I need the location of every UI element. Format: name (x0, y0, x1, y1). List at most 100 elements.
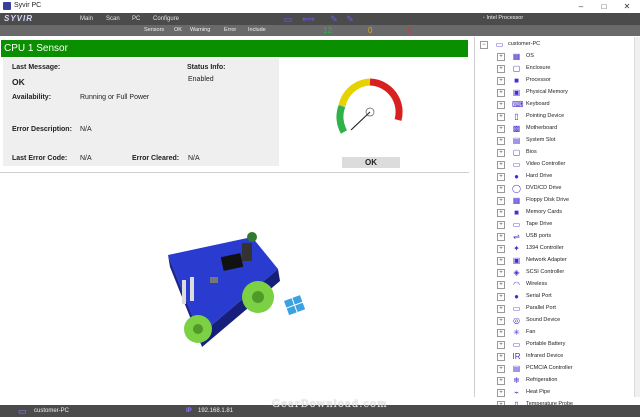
expand-icon[interactable]: + (497, 245, 505, 253)
enclosure-icon: ▢ (512, 64, 521, 73)
tree-item[interactable]: + ▩ Motherboard (475, 123, 635, 134)
tree-item[interactable]: + ◎ Sound Device (475, 315, 635, 326)
tree-item[interactable]: + ● Serial Port (475, 291, 635, 302)
tree-item[interactable]: + ▢ Bios (475, 147, 635, 158)
tree-item-label: Video Controller (526, 161, 566, 167)
parallel-port-icon: ▭ (512, 304, 521, 313)
expand-icon[interactable]: + (497, 209, 505, 217)
tree-item[interactable]: + ◠ Wireless (475, 279, 635, 290)
tree-item[interactable]: + ■ Memory Cards (475, 207, 635, 218)
filter-ok[interactable]: OK (174, 26, 182, 35)
ok-count: 12 (323, 26, 332, 35)
arrows-icon[interactable]: ⟺ (302, 14, 315, 24)
expand-icon[interactable]: + (497, 377, 505, 385)
menu-configure[interactable]: Configure (153, 14, 179, 24)
syvir-logo: SYVIR (4, 14, 34, 23)
filter-sensors[interactable]: Sensors (144, 26, 164, 35)
gauge-green-arc (336, 104, 348, 134)
expand-icon[interactable]: + (497, 293, 505, 301)
menu-main[interactable]: Main (80, 14, 93, 24)
expand-icon[interactable]: + (497, 257, 505, 265)
tree-item-label: Infrared Device (526, 353, 564, 359)
tree-item[interactable]: + ◯ DVD/CD Drive (475, 183, 635, 194)
heatpipe-icon: ⌁ (514, 388, 519, 397)
expand-icon[interactable]: + (497, 353, 505, 361)
slot-icon: ▤ (512, 136, 521, 145)
tree-item[interactable]: + ▭ Video Controller (475, 159, 635, 170)
tree-item-label: USB ports (526, 233, 552, 239)
wrench-icon[interactable]: ✎ (329, 14, 339, 24)
close-button[interactable]: ✕ (616, 1, 638, 12)
expand-icon[interactable]: + (497, 389, 505, 397)
expand-icon[interactable]: + (497, 281, 505, 289)
tree-item[interactable]: + ✳ Fan (475, 327, 635, 338)
filter-include[interactable]: Include (248, 26, 266, 35)
refrigeration-icon: ❄ (513, 376, 520, 385)
panel-divider (0, 172, 469, 173)
tree-item[interactable]: + ▤ PCMCIA Controller (475, 363, 635, 374)
tree-item-label: SCSI Controller (526, 269, 565, 275)
expand-icon[interactable]: + (497, 137, 505, 145)
filter-warning[interactable]: Warning (190, 26, 210, 35)
windows-icon: ▦ (512, 52, 521, 61)
expand-icon[interactable]: + (497, 89, 505, 97)
tree-item[interactable]: + ⌁ Heat Pipe (475, 387, 635, 398)
tree-item[interactable]: + ▭ Parallel Port (475, 303, 635, 314)
tree-item[interactable]: + ◈ SCSI Controller (475, 267, 635, 278)
expand-icon[interactable]: + (497, 77, 505, 85)
expand-icon[interactable]: + (497, 269, 505, 277)
expand-icon[interactable]: + (497, 149, 505, 157)
expand-icon[interactable]: + (497, 233, 505, 241)
monitor-icon[interactable]: ▭ (283, 14, 293, 24)
expand-icon[interactable]: + (497, 173, 505, 181)
tree-item[interactable]: + ⇌ USB ports (475, 231, 635, 242)
tree-item[interactable]: + ▤ System Slot (475, 135, 635, 146)
tree-item[interactable]: + ▦ OS (475, 51, 635, 62)
tree-item[interactable]: + ✦ 1394 Controller (475, 243, 635, 254)
expand-icon[interactable]: + (497, 317, 505, 325)
tree-root[interactable]: − ▭ customer-PC (475, 39, 635, 50)
expand-icon[interactable]: + (497, 65, 505, 73)
expand-icon[interactable]: + (497, 221, 505, 229)
tree-item-label: PCMCIA Controller (526, 365, 573, 371)
expand-icon[interactable]: + (497, 53, 505, 61)
tree-item[interactable]: + ❄ Refrigeration (475, 375, 635, 386)
tree-item[interactable]: + ▦ Floppy Disk Drive (475, 195, 635, 206)
window-title: Syvir PC (14, 2, 42, 9)
tree-item-label: Portable Battery (526, 341, 566, 347)
expand-icon[interactable]: + (497, 305, 505, 313)
tree-item[interactable]: + ▭ Portable Battery (475, 339, 635, 350)
menu-scan[interactable]: Scan (106, 14, 120, 24)
expand-icon[interactable]: + (497, 101, 505, 109)
video-icon: ▭ (512, 160, 521, 169)
collapse-icon[interactable]: − (480, 41, 488, 49)
expand-icon[interactable]: + (497, 125, 505, 133)
tree-item[interactable]: + ▣ Network Adapter (475, 255, 635, 266)
tree-item[interactable]: + ▭ Tape Drive (475, 219, 635, 230)
tree-item[interactable]: + ● Hard Drive (475, 171, 635, 182)
menu-pc[interactable]: PC (132, 14, 140, 24)
motherboard-3d-image (168, 232, 306, 347)
tree-item[interactable]: + ▣ Physical Memory (475, 87, 635, 98)
tree-scrollbar[interactable] (634, 37, 640, 397)
tree-item[interactable]: + ▢ Enclosure (475, 63, 635, 74)
tools-icon[interactable]: ✎ (345, 14, 355, 24)
tree-item[interactable]: + ▯ Pointing Device (475, 111, 635, 122)
expand-icon[interactable]: + (497, 113, 505, 121)
processor-selector[interactable]: ▪ Intel Processor (483, 14, 633, 23)
expand-icon[interactable]: + (497, 185, 505, 193)
expand-icon[interactable]: + (497, 365, 505, 373)
infrared-icon: IR (512, 352, 521, 361)
gauge-yellow-arc (338, 78, 371, 107)
tree-item[interactable]: + IR Infrared Device (475, 351, 635, 362)
tree-item-label: Hard Drive (526, 173, 553, 179)
filter-error[interactable]: Error (224, 26, 236, 35)
minimize-button[interactable]: – (570, 1, 592, 12)
expand-icon[interactable]: + (497, 197, 505, 205)
maximize-button[interactable]: □ (593, 1, 615, 12)
expand-icon[interactable]: + (497, 161, 505, 169)
expand-icon[interactable]: + (497, 341, 505, 349)
tree-item[interactable]: + ⌨ Keyboard (475, 99, 635, 110)
expand-icon[interactable]: + (497, 329, 505, 337)
tree-item[interactable]: + ■ Processor (475, 75, 635, 86)
